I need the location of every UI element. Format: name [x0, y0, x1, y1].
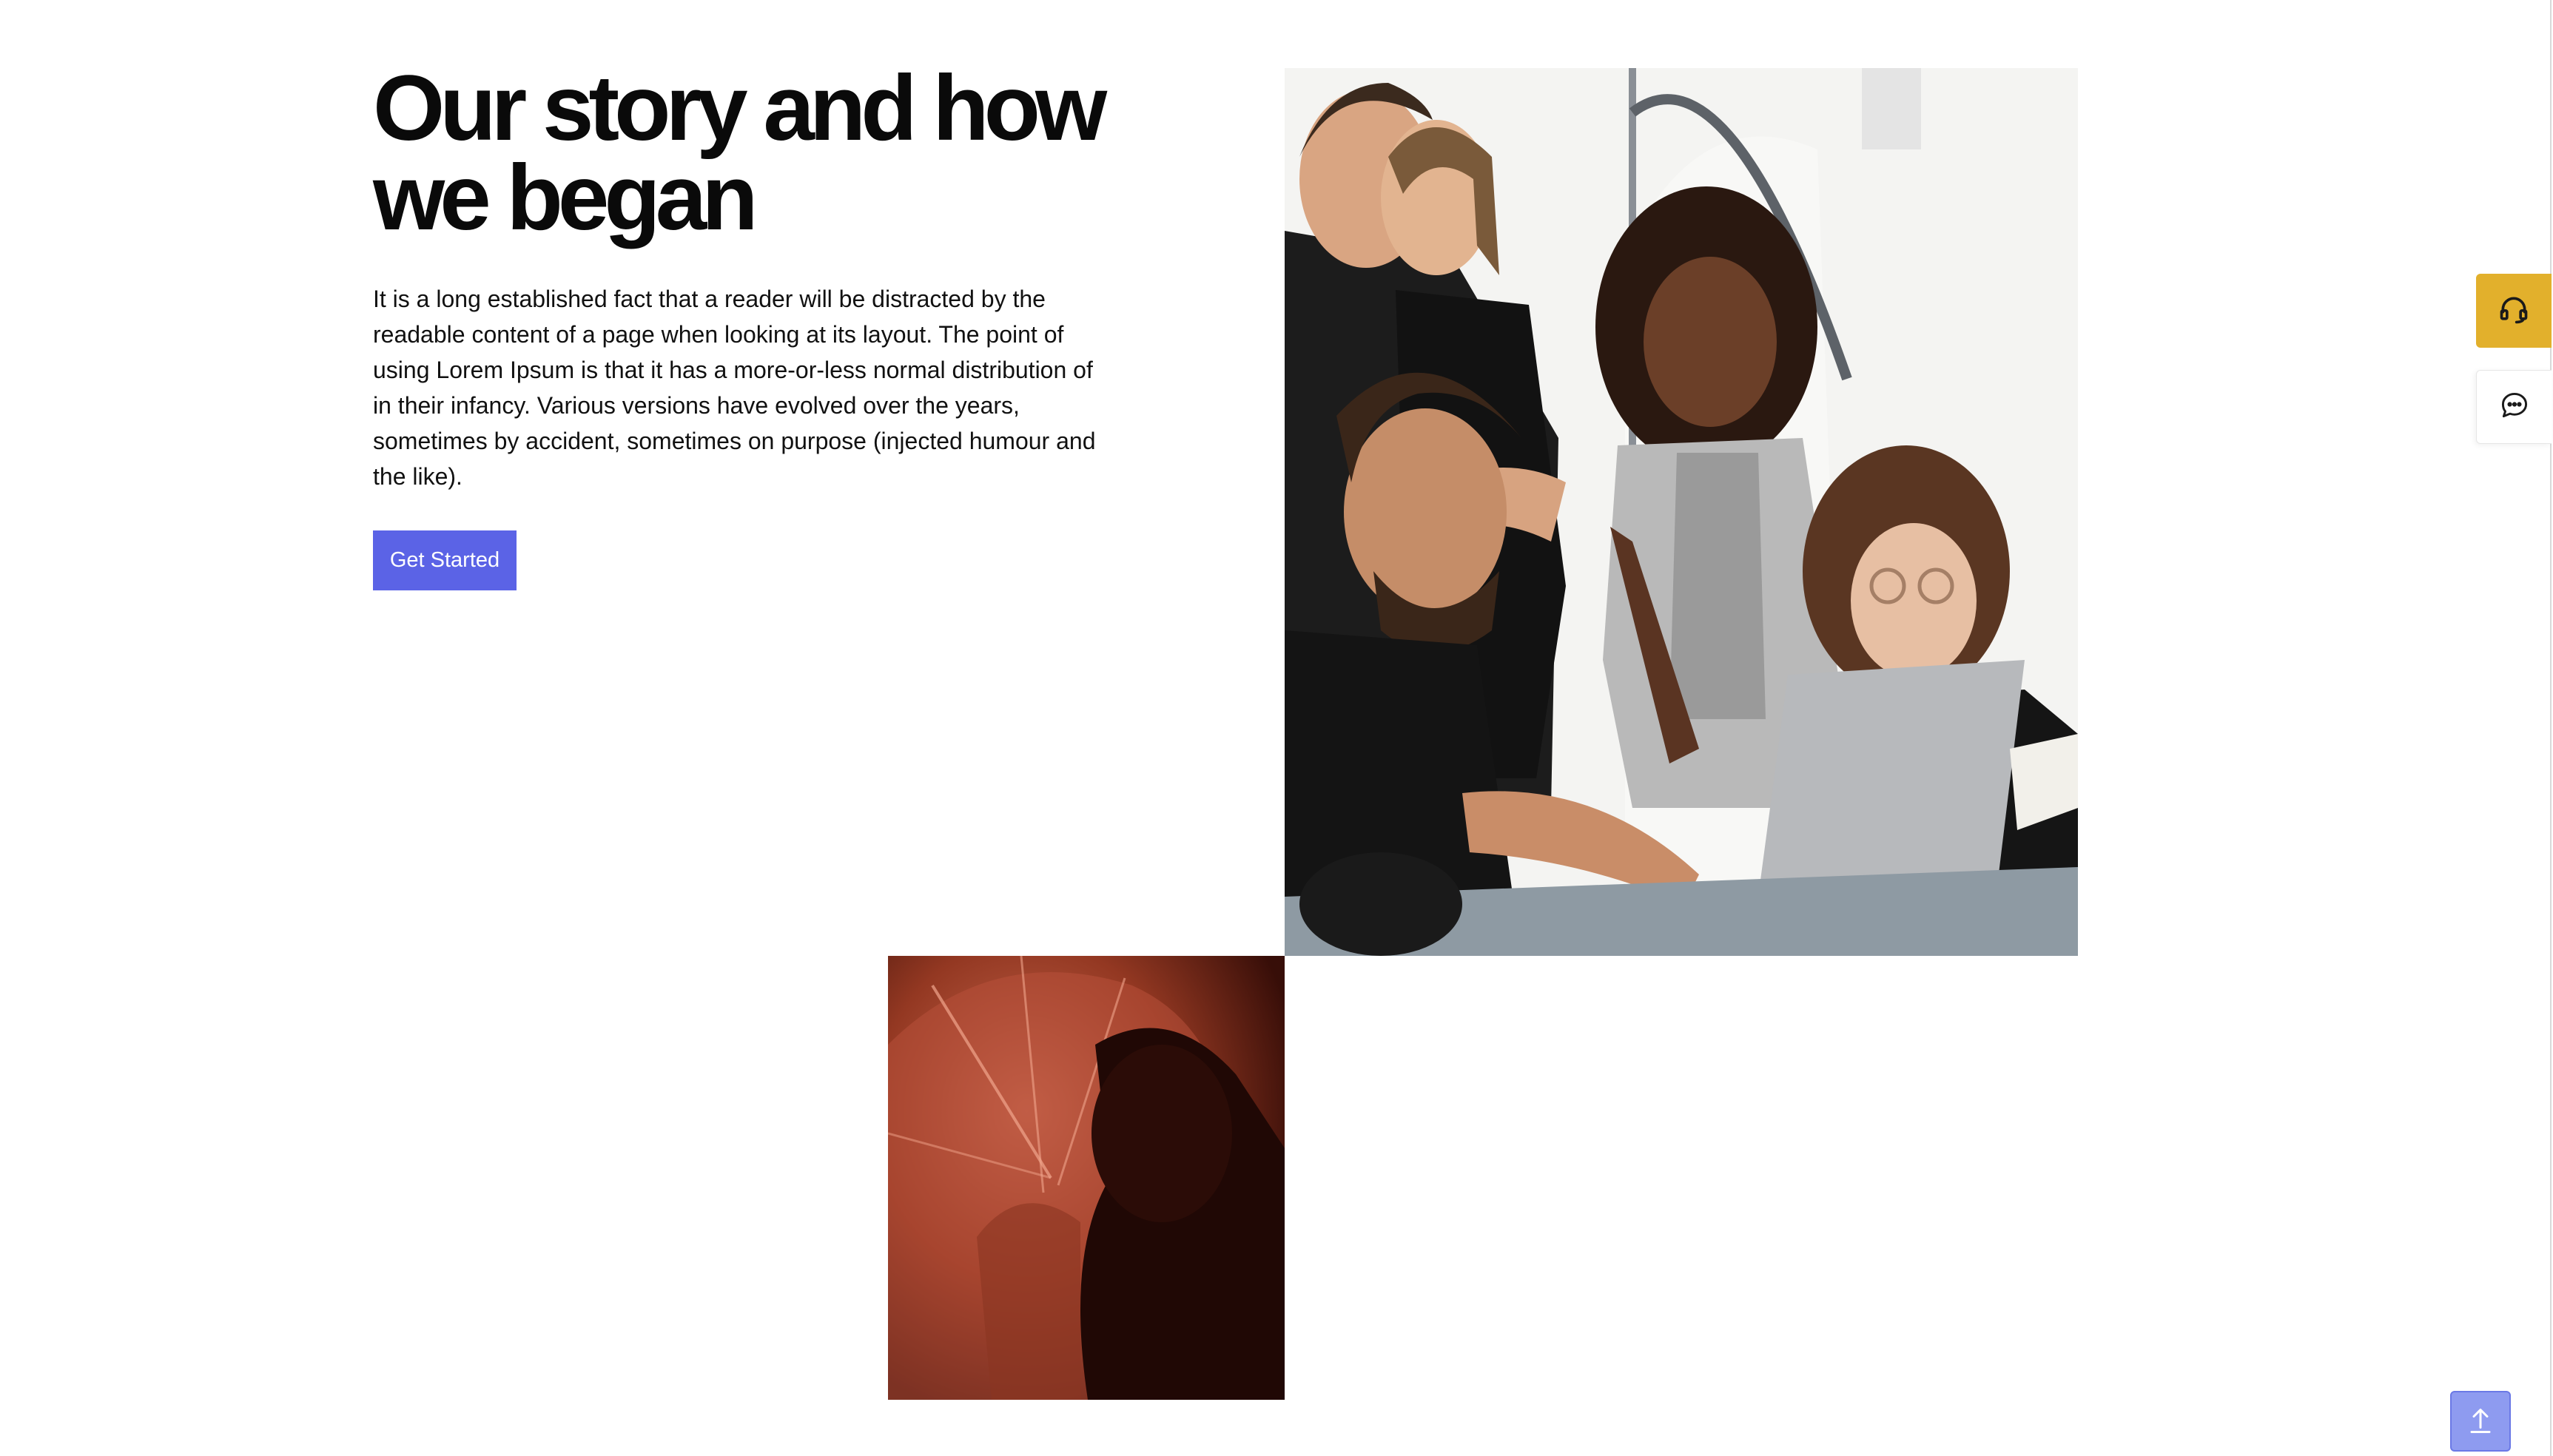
scroll-to-top-button[interactable] [2450, 1391, 2511, 1452]
chat-button[interactable] [2476, 370, 2552, 444]
page-title: Our story and how we began [373, 57, 1107, 249]
get-started-button[interactable]: Get Started [373, 530, 517, 590]
headset-icon [2498, 293, 2530, 329]
intro-paragraph: It is a long established fact that a rea… [373, 286, 1096, 490]
team-photo [1285, 68, 2078, 956]
umbrella-photo [888, 956, 1285, 1400]
arrow-up-icon [2467, 1405, 2494, 1438]
page-scrollbar-track [2550, 0, 2552, 1456]
chat-bubble-icon [2498, 389, 2531, 425]
page: Our story and how we began It is a long … [0, 0, 2553, 1456]
support-button[interactable] [2476, 274, 2552, 348]
